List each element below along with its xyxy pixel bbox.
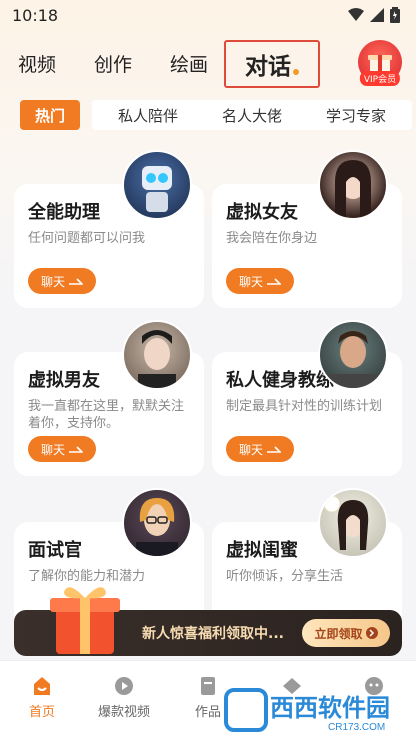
category-hot[interactable]: 热门 xyxy=(20,100,80,130)
status-time: 10:18 xyxy=(12,5,59,25)
gift-box-icon xyxy=(368,55,392,72)
tab-draw[interactable]: 绘画 xyxy=(170,50,208,77)
site-watermark: 西西软件园 CR173.COM xyxy=(218,684,416,734)
tab-chat[interactable]: 对话 xyxy=(224,40,320,88)
banner-text: 新人惊喜福利领取中... xyxy=(142,626,284,642)
chat-button[interactable]: 聊天 xyxy=(226,436,294,462)
nav-home-label: 首页 xyxy=(28,705,55,720)
card-desc: 我会陪在你身边 xyxy=(226,231,318,246)
chat-button[interactable]: 聊天 xyxy=(226,268,294,294)
claim-now-button[interactable]: 立即领取 xyxy=(302,619,390,647)
category-filter: 热门 私人陪伴 名人大佬 学习专家 xyxy=(20,100,416,130)
category-private-companion[interactable]: 私人陪伴 xyxy=(92,100,204,130)
bestie-avatar xyxy=(318,488,388,558)
card-title: 虚拟男友 xyxy=(28,370,100,391)
vip-label: VIP会员 xyxy=(359,71,401,86)
claim-button-label: 立即领取 xyxy=(314,626,363,641)
svg-text:CR173.COM: CR173.COM xyxy=(328,722,385,733)
home-icon xyxy=(34,677,50,695)
svg-text:西西软件园: 西西软件园 xyxy=(270,694,390,722)
chat-button-label: 聊天 xyxy=(238,442,263,457)
nav-hot-videos[interactable]: 爆款视频 xyxy=(84,675,164,720)
tab-create[interactable]: 创作 xyxy=(94,50,132,77)
chat-button-label: 聊天 xyxy=(40,274,65,289)
gift-icon xyxy=(50,587,120,654)
chat-button[interactable]: 聊天 xyxy=(28,436,96,462)
card-title: 全能助理 xyxy=(28,202,100,223)
card-title: 虚拟女友 xyxy=(226,202,298,223)
top-tab-bar: 视频 创作 绘画 对话 xyxy=(0,34,416,90)
arrow-circle-icon xyxy=(365,627,378,639)
wifi-icon xyxy=(348,8,364,21)
category-study-expert[interactable]: 学习专家 xyxy=(300,100,412,130)
fitness-coach-avatar xyxy=(318,320,388,390)
status-icons xyxy=(348,7,400,23)
chat-button-label: 聊天 xyxy=(238,274,263,289)
send-arrow-icon xyxy=(69,278,83,285)
girlfriend-avatar xyxy=(318,150,388,220)
chat-button[interactable]: 聊天 xyxy=(28,268,96,294)
card-desc: 制定最具针对性的训练计划 xyxy=(226,399,383,414)
card-desc: 听你倾诉，分享生活 xyxy=(226,569,344,584)
signal-icon xyxy=(370,8,384,22)
card-title: 面试官 xyxy=(28,540,82,561)
send-arrow-icon xyxy=(69,446,83,453)
active-indicator xyxy=(293,69,299,75)
robot-avatar xyxy=(122,150,192,220)
works-icon xyxy=(201,677,215,695)
card-desc: 任何问题都可以问我 xyxy=(28,231,146,246)
send-arrow-icon xyxy=(267,278,281,285)
play-circle-icon xyxy=(115,677,133,695)
vip-button[interactable]: VIP会员 xyxy=(358,40,402,86)
send-arrow-icon xyxy=(267,446,281,453)
boyfriend-avatar xyxy=(122,320,192,390)
tab-video[interactable]: 视频 xyxy=(18,50,56,77)
status-bar: 10:18 xyxy=(0,0,416,30)
tab-chat-label: 对话 xyxy=(245,54,291,80)
card-desc: 我一直都在这里，默默关注着你，支持你。 xyxy=(28,399,185,431)
card-title: 虚拟闺蜜 xyxy=(226,540,298,561)
nav-hot-videos-label: 爆款视频 xyxy=(97,705,150,720)
card-title: 私人健身教练 xyxy=(226,370,334,391)
battery-icon xyxy=(390,7,400,23)
category-celebrity[interactable]: 名人大佬 xyxy=(196,100,308,130)
interviewer-avatar xyxy=(122,488,192,558)
chat-button-label: 聊天 xyxy=(40,442,65,457)
nav-home[interactable]: 首页 xyxy=(2,675,82,720)
